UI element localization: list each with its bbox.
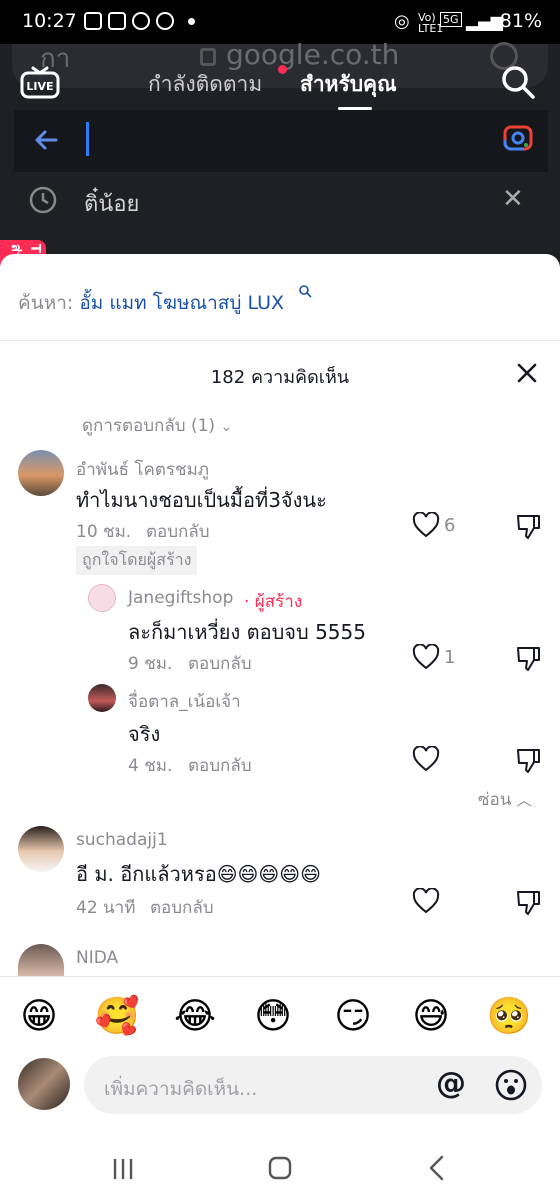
heart-icon[interactable]: [412, 512, 440, 538]
recent-apps-icon[interactable]: [110, 1156, 136, 1182]
back-icon[interactable]: [424, 1154, 450, 1182]
avatar[interactable]: [88, 584, 116, 612]
emoji-flushed[interactable]: 😳: [250, 994, 296, 1040]
svg-text:LIVE: LIVE: [26, 80, 53, 93]
live-icon[interactable]: LIVE: [20, 60, 60, 100]
status-time: 10:27: [22, 10, 77, 32]
comments-sheet: ค้นหา: อั้ม แมท โฆษณาสบู่ LUX 182 ความคิ…: [0, 254, 560, 1200]
capcut-icon: [108, 12, 126, 30]
comment-text: ทำไมนางชอบเป็นมื้อที่3จังนะ: [76, 488, 327, 512]
home-icon[interactable]: [266, 1154, 294, 1182]
search-label: ค้นหา:: [18, 292, 80, 314]
history-clock-icon: [29, 186, 57, 214]
dislike-icon[interactable]: [514, 746, 542, 774]
like-count: 1: [444, 647, 456, 668]
notification-dot-icon: [188, 18, 195, 25]
heart-icon[interactable]: [412, 746, 440, 772]
signal-icon: ▂▄▆: [466, 12, 503, 31]
comment-time: 9 ชม.: [128, 654, 173, 674]
reply-button[interactable]: ตอบกลับ: [188, 752, 252, 779]
heart-icon[interactable]: [412, 888, 440, 914]
reply-button[interactable]: ตอบกลับ: [188, 650, 252, 677]
chevron-up-icon: ︿: [516, 791, 532, 809]
battery-percent: 81%: [499, 10, 542, 32]
search-history-item[interactable]: ติ๋น้อย ✕: [14, 172, 548, 262]
user-avatar: [18, 1058, 70, 1110]
system-nav-bar: [0, 1140, 560, 1200]
close-icon[interactable]: [512, 358, 542, 388]
hotspot-icon: ◎: [394, 11, 410, 32]
small-search-icon: [299, 285, 312, 298]
tab-notification-dot: [278, 65, 287, 74]
comment-text: จริง: [128, 722, 161, 746]
gallery-icon: [84, 12, 102, 30]
view-replies-button[interactable]: ดูการตอบกลับ (1) ⌄: [82, 412, 232, 439]
emoji-hearts[interactable]: 🥰: [94, 994, 140, 1040]
avatar[interactable]: [88, 684, 116, 712]
hide-label: ซ่อน: [478, 790, 512, 810]
reply-button[interactable]: ตอบกลับ: [150, 894, 214, 921]
lock-icon: [200, 48, 216, 66]
hide-replies-button[interactable]: ซ่อน ︿: [478, 786, 532, 813]
text-caret: [86, 122, 89, 156]
reply-button[interactable]: ตอบกลับ: [146, 518, 210, 545]
comment-text: ละก็มาเหวี่ยง ตอบจบ 5555: [128, 620, 366, 644]
comment-author[interactable]: จื่อตาล_เน้อเจ้า: [128, 688, 241, 715]
mention-icon[interactable]: @: [436, 1066, 466, 1101]
dislike-icon[interactable]: [514, 888, 542, 916]
browser-search-row: [14, 110, 548, 172]
emoji-picker-icon[interactable]: [494, 1068, 528, 1102]
comment-author[interactable]: Janegiftshop: [128, 588, 233, 608]
tab-following[interactable]: กำลังติดตาม: [148, 68, 262, 101]
comments-count-title: 182 ความคิดเห็น: [210, 367, 350, 388]
comment-author[interactable]: suchadajj1: [76, 830, 168, 850]
heart-icon[interactable]: [412, 644, 440, 670]
emoji-pleading[interactable]: 🥺: [486, 994, 532, 1040]
emoji-sweat-smile[interactable]: 😅: [408, 994, 454, 1040]
avatar[interactable]: [18, 944, 64, 976]
chevron-down-icon: ⌄: [220, 419, 233, 435]
remove-history-icon[interactable]: ✕: [502, 184, 524, 214]
dislike-icon[interactable]: [514, 644, 542, 672]
liked-by-creator-badge: ถูกใจโดยผู้สร้าง: [76, 546, 198, 575]
dislike-icon[interactable]: [514, 512, 542, 540]
creator-tag: · ผู้สร้าง: [244, 592, 303, 612]
related-search-hint[interactable]: ค้นหา: อั้ม แมท โฆษณาสบู่ LUX: [18, 288, 284, 318]
search-icon[interactable]: [500, 64, 536, 100]
google-lens-icon[interactable]: [502, 122, 534, 154]
emoji-smirk[interactable]: 😏: [330, 994, 376, 1040]
url-text: google.co.th: [226, 38, 400, 71]
comment-time: 10 ชม.: [76, 522, 132, 542]
comment-input-placeholder: เพิ่มความคิดเห็น...: [104, 1078, 258, 1100]
avatar[interactable]: [18, 450, 64, 496]
comment-text: อี ม. อีกแล้วหรอ😄😄😄😄😄: [76, 862, 321, 886]
avatar[interactable]: [18, 826, 64, 872]
comment-author[interactable]: อำพันธ์ โคตรชมภู: [76, 456, 209, 483]
emoji-grin[interactable]: 😁: [16, 994, 62, 1040]
comment-time: 42 นาที: [76, 898, 136, 918]
network-type-label: 5G: [440, 12, 462, 27]
like-count: 6: [444, 515, 456, 536]
fan-icon: [132, 12, 150, 30]
comment-author[interactable]: NIDA: [76, 948, 118, 968]
divider: [0, 340, 560, 341]
emoji-tears-of-joy[interactable]: 😂: [172, 994, 218, 1040]
view-replies-label: ดูการตอบกลับ (1): [82, 416, 216, 436]
search-query: อั้ม แมท โฆษณาสบู่ LUX: [79, 292, 285, 314]
pinwheel-icon: [156, 12, 174, 30]
comment-input[interactable]: เพิ่มความคิดเห็น... @: [84, 1056, 542, 1114]
tab-for-you[interactable]: สำหรับคุณ: [300, 68, 397, 101]
background-app: กา google.co.th LIVE กำลังติดตาม สำหรับค…: [0, 38, 560, 310]
back-arrow-icon[interactable]: [32, 126, 60, 154]
comment-time: 4 ชม.: [128, 756, 173, 776]
history-text: ติ๋น้อย: [84, 192, 140, 217]
